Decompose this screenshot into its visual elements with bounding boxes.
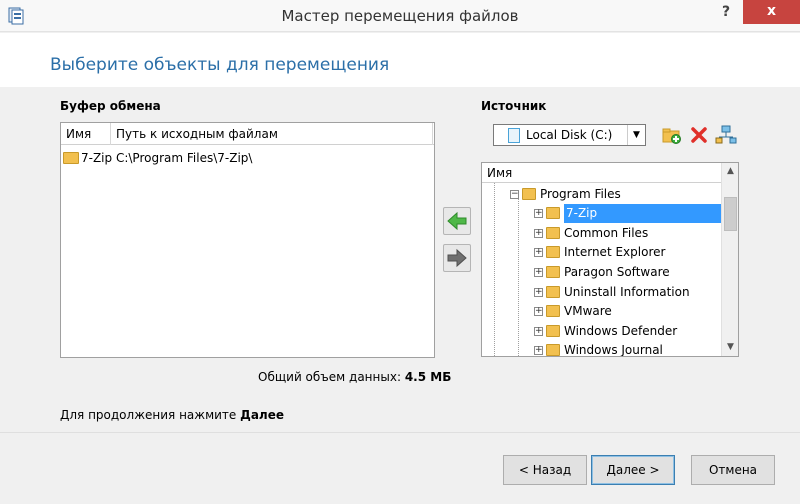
folder-icon [63, 151, 79, 164]
tree-item-label: Paragon Software [564, 265, 670, 279]
folder-icon [546, 245, 560, 258]
total-size: Общий объем данных: 4.5 МБ [258, 370, 451, 384]
expand-icon[interactable]: + [534, 346, 543, 355]
tree-item-label: Common Files [564, 226, 649, 240]
wizard-window: Мастер перемещения файлов ? x Выберите о… [0, 0, 800, 504]
continue-hint-bold: Далее [240, 408, 284, 422]
item-name: 7-Zip [81, 151, 113, 165]
tree-item-internet-explorer[interactable]: + Internet Explorer [534, 243, 665, 262]
tree-item-label: VMware [564, 304, 612, 318]
folder-icon [546, 206, 560, 219]
tree-item-label: Program Files [540, 187, 621, 201]
drive-icon [508, 128, 520, 143]
close-icon: x [766, 3, 777, 19]
next-button[interactable]: Далее > [591, 455, 675, 485]
expand-icon[interactable]: + [534, 268, 543, 277]
chevron-down-icon: ▼ [627, 125, 645, 145]
expand-icon[interactable]: + [534, 327, 543, 336]
scroll-thumb[interactable] [724, 197, 737, 231]
folder-icon [546, 265, 560, 278]
source-label: Источник [481, 99, 547, 113]
continue-hint-text: Для продолжения нажмите [60, 408, 237, 422]
tree-item-windows-journal[interactable]: + Windows Journal [534, 341, 663, 357]
expand-icon[interactable]: + [534, 307, 543, 316]
column-header-name[interactable]: Имя [61, 123, 111, 145]
clipboard-list-header: Имя Путь к исходным файлам [61, 123, 434, 145]
collapse-icon[interactable]: − [510, 190, 519, 199]
folder-icon [546, 304, 560, 317]
tree-item-label: Internet Explorer [564, 245, 666, 259]
arrow-right-icon [447, 248, 467, 268]
tree-item-common-files[interactable]: + Common Files [534, 224, 648, 243]
folder-icon [522, 187, 536, 200]
footer [0, 432, 800, 504]
window-title: Мастер перемещения файлов [281, 7, 519, 25]
move-left-button[interactable] [443, 207, 471, 235]
tree-item-vmware[interactable]: + VMware [534, 302, 612, 321]
continue-hint: Для продолжения нажмите Далее [60, 408, 284, 422]
folder-icon [546, 285, 560, 298]
tree-item-label: Windows Journal [564, 343, 663, 357]
tree-item-program-files[interactable]: − Program Files [510, 185, 621, 204]
drive-select-value: Local Disk (C:) [526, 128, 613, 142]
expand-icon[interactable]: + [534, 248, 543, 257]
title-bar: Мастер перемещения файлов ? x [0, 0, 800, 32]
list-item[interactable]: 7-Zip C:\Program Files\7-Zip\ [63, 149, 252, 167]
folder-icon [546, 324, 560, 337]
tree-item-7-zip[interactable]: +7-Zip [534, 204, 730, 223]
network-icon[interactable] [715, 124, 737, 146]
cancel-button[interactable]: Отмена [691, 455, 775, 485]
tree-connector [518, 193, 519, 356]
tree-item-label: Windows Defender [564, 324, 678, 338]
tree-item-label: Uninstall Information [564, 285, 690, 299]
page-heading: Выберите объекты для перемещения [50, 55, 390, 75]
tree-scrollbar[interactable]: ▲ ▼ [721, 163, 738, 356]
help-button[interactable]: ? [716, 4, 736, 24]
move-right-button[interactable] [443, 244, 471, 272]
clipboard-list[interactable]: Имя Путь к исходным файлам 7-Zip C:\Prog… [60, 122, 435, 358]
tree-item-windows-defender[interactable]: + Windows Defender [534, 322, 677, 341]
total-size-label: Общий объем данных: [258, 370, 401, 384]
expand-icon[interactable]: + [534, 209, 543, 218]
clipboard-label: Буфер обмена [60, 99, 161, 113]
delete-icon[interactable] [688, 124, 710, 146]
folder-icon [546, 343, 560, 356]
tree-item-label: 7-Zip [564, 204, 730, 223]
new-folder-icon[interactable] [661, 124, 683, 146]
item-path: C:\Program Files\7-Zip\ [115, 151, 253, 165]
tree-item-uninstall-information[interactable]: + Uninstall Information [534, 283, 690, 302]
total-size-value: 4.5 МБ [404, 370, 452, 384]
tree-column-header[interactable]: Имя [482, 163, 722, 183]
folder-icon [546, 226, 560, 239]
scroll-up-icon[interactable]: ▲ [722, 163, 738, 180]
source-tree[interactable]: Имя − Program Files +7-Zip + Common Files … [481, 162, 739, 357]
column-header-path[interactable]: Путь к исходным файлам [111, 123, 433, 145]
back-button[interactable]: < Назад [503, 455, 587, 485]
close-button[interactable]: x [743, 0, 800, 24]
scroll-down-icon[interactable]: ▼ [722, 339, 738, 356]
expand-icon[interactable]: + [534, 229, 543, 238]
tree-item-paragon-software[interactable]: + Paragon Software [534, 263, 670, 282]
expand-icon[interactable]: + [534, 288, 543, 297]
drive-select[interactable]: Local Disk (C:) ▼ [493, 124, 646, 146]
tree-connector [494, 183, 495, 356]
arrow-left-icon [447, 211, 467, 231]
